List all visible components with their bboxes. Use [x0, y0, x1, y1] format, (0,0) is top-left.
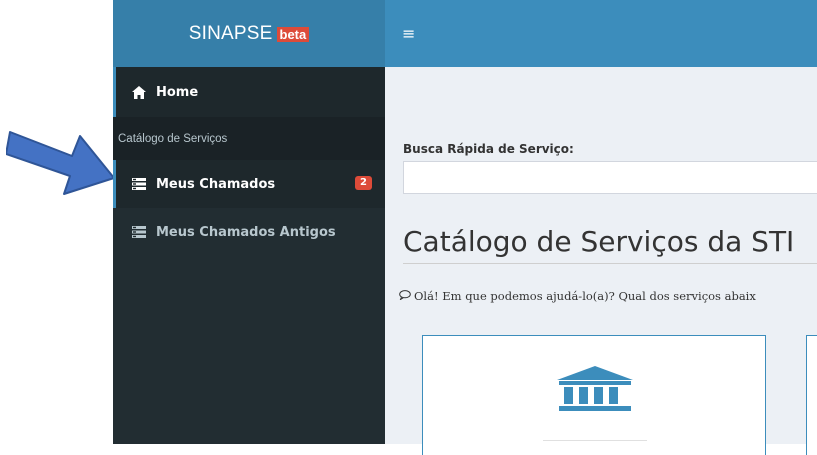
- top-navbar: ≡: [385, 0, 817, 67]
- sidebar-item-home[interactable]: Home: [113, 67, 385, 117]
- list-icon: [132, 177, 146, 191]
- sidebar: SINAPSE beta Home Catálogo de Serviços M…: [113, 0, 385, 444]
- intro-text: Olá! Em que podemos ajudá-lo(a)? Qual do…: [399, 289, 756, 303]
- sidebar-item-label: Meus Chamados Antigos: [156, 224, 336, 240]
- beta-badge: beta: [276, 27, 310, 42]
- sidebar-item-label: Home: [156, 84, 199, 100]
- annotation-area: [0, 0, 115, 444]
- list-icon: [132, 225, 146, 239]
- service-card[interactable]: [422, 335, 766, 455]
- arrow-annotation: [6, 131, 115, 195]
- sidebar-item-meus-chamados[interactable]: Meus Chamados 2: [113, 160, 385, 208]
- intro-text-label: Olá! Em que podemos ajudá-lo(a)? Qual do…: [414, 289, 756, 303]
- chat-bubble-icon: [399, 289, 411, 303]
- home-icon: [132, 85, 146, 99]
- app-logo[interactable]: SINAPSE beta: [113, 0, 385, 67]
- search-label: Busca Rápida de Serviço:: [403, 142, 574, 156]
- sidebar-section-header: Catálogo de Serviços: [113, 117, 385, 160]
- sidebar-item-label: Meus Chamados: [156, 176, 276, 192]
- page-title: Catálogo de Serviços da STI: [403, 225, 795, 258]
- sidebar-item-meus-chamados-antigos[interactable]: Meus Chamados Antigos: [113, 208, 385, 256]
- main-content: Busca Rápida de Serviço: Catálogo de Ser…: [385, 67, 817, 455]
- notification-badge: 2: [355, 176, 372, 190]
- card-divider: [543, 440, 647, 441]
- menu-toggle-icon[interactable]: ≡: [402, 24, 415, 43]
- title-divider: [403, 263, 817, 264]
- logo-text: SINAPSE: [188, 22, 273, 44]
- service-card[interactable]: [806, 335, 817, 455]
- bank-icon: [557, 366, 633, 417]
- search-input[interactable]: [403, 161, 817, 194]
